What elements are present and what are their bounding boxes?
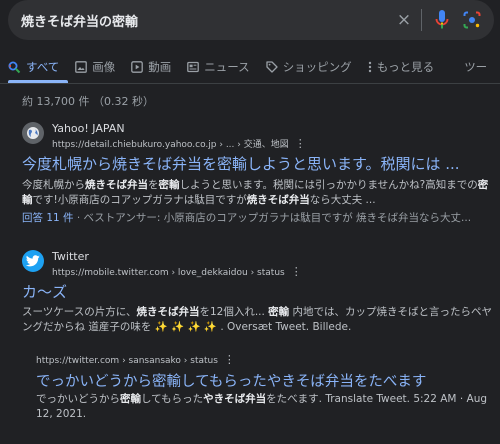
site-url[interactable]: https://mobile.twitter.com › love_dekkai… (52, 265, 302, 278)
url-text: https://mobile.twitter.com › love_dekkai… (52, 268, 285, 278)
tab-images[interactable]: 画像 (75, 56, 115, 78)
search-input[interactable]: 焼きそば弁当の密輸 (21, 11, 391, 30)
highlighted-term: 密輸 (120, 393, 141, 405)
search-icon (8, 61, 21, 73)
news-icon (187, 61, 200, 73)
snippet-text: なら大丈夫 ... (309, 194, 376, 206)
tab-label: 動画 (148, 60, 172, 74)
highlighted-term: 密輸 (268, 306, 290, 318)
search-divider (421, 9, 422, 31)
search-box[interactable]: 焼きそば弁当の密輸 × (8, 0, 494, 40)
more-options-icon[interactable]: ⋮ (224, 353, 235, 366)
microphone-icon[interactable] (430, 8, 454, 32)
snippet-text: スーツケースの片方に、 (22, 306, 137, 318)
site-name: Yahoo! JAPAN (52, 122, 125, 135)
tab-tools[interactable]: ツー (464, 56, 487, 78)
result-title-link[interactable]: でっかいどうから密輸してもらったやきそば弁当をたべます (36, 370, 426, 391)
search-result-nested: https://twitter.com › sansansako › statu… (36, 353, 492, 433)
globe-icon (22, 122, 44, 144)
more-options-icon[interactable]: ⋮ (291, 265, 302, 278)
snippet-text: を (148, 179, 159, 191)
highlighted-term: 密輸 (158, 179, 180, 191)
tab-label: もっと見る (376, 60, 435, 74)
result-snippet: 今度札幌から焼きそば弁当を密輸しようと思います。税関には引っかかりませんかね?高… (22, 178, 492, 208)
result-title-link[interactable]: 今度札幌から焼きそば弁当を密輸しようと思います。税関には ... (22, 153, 460, 174)
best-answer: · ベストアンサー: 小原商店のコアップガラナは駄目ですが 焼きそば弁当なら大丈… (73, 212, 472, 224)
search-tabs: すべて 画像 動画 ニュース ショッピング もっと見る ツー (8, 56, 500, 78)
snippet-text: しようと思います。税関には引っかかりませんかね?高知までの (179, 179, 478, 191)
highlighted-term: 焼きそば弁当 (85, 179, 148, 191)
more-options-icon[interactable]: ⋮ (295, 137, 306, 150)
url-text: https://detail.chiebukuro.yahoo.co.jp › … (52, 140, 289, 150)
highlighted-term: 焼きそば弁当 (246, 194, 310, 206)
more-icon (368, 61, 371, 73)
tabs-divider (0, 83, 500, 84)
result-stats: 約 13,700 件 （0.32 秒） (22, 95, 154, 108)
result-title-link[interactable]: カ～ズ (22, 281, 67, 302)
highlighted-term: 焼きそば弁当 (136, 306, 200, 318)
result-answers: 回答 11 件 · ベストアンサー: 小原商店のコアップガラナは駄目ですが 焼き… (22, 210, 492, 225)
tab-shopping[interactable]: ショッピング (266, 56, 352, 78)
tab-label: ツー (464, 60, 488, 74)
tab-news[interactable]: ニュース (187, 56, 250, 78)
tag-icon (266, 61, 278, 73)
snippet-text: を12個入れ... (199, 306, 269, 318)
image-icon (75, 61, 88, 73)
answers-link[interactable]: 回答 11 件 (22, 212, 74, 224)
site-url[interactable]: https://detail.chiebukuro.yahoo.co.jp › … (52, 137, 306, 150)
snippet-text: してもらった (141, 393, 204, 405)
video-icon (131, 61, 144, 73)
site-name: Twitter (52, 250, 89, 263)
site-url[interactable]: https://twitter.com › sansansako › statu… (36, 353, 235, 366)
result-snippet: でっかいどうから密輸してもらったやきそば弁当をたべます. Translate T… (36, 392, 492, 422)
tab-all[interactable]: すべて (8, 56, 59, 78)
twitter-bird-icon (22, 250, 44, 272)
clear-icon[interactable]: × (391, 10, 417, 30)
search-result: Yahoo! JAPAN https://detail.chiebukuro.y… (22, 122, 492, 232)
tab-label: ニュース (204, 60, 250, 74)
tab-label: 画像 (92, 60, 116, 74)
highlighted-term: やきそば弁当 (203, 393, 267, 405)
result-snippet: スーツケースの片方に、焼きそば弁当を12個入れ... 密輸 内地では、カップ焼き… (22, 305, 492, 335)
snippet-text: です!小原商店のコアップガラナは駄目ですが (32, 194, 247, 206)
tab-label: すべて (26, 60, 60, 74)
google-lens-icon[interactable] (460, 8, 484, 32)
tab-videos[interactable]: 動画 (131, 56, 171, 78)
tab-more[interactable]: もっと見る (368, 56, 435, 78)
url-text: https://twitter.com › sansansako › statu… (36, 356, 218, 366)
tab-label: ショッピング (282, 60, 352, 74)
snippet-text: 今度札幌から (22, 179, 85, 191)
search-result: Twitter https://mobile.twitter.com › lov… (22, 250, 492, 340)
snippet-text: でっかいどうから (36, 393, 120, 405)
